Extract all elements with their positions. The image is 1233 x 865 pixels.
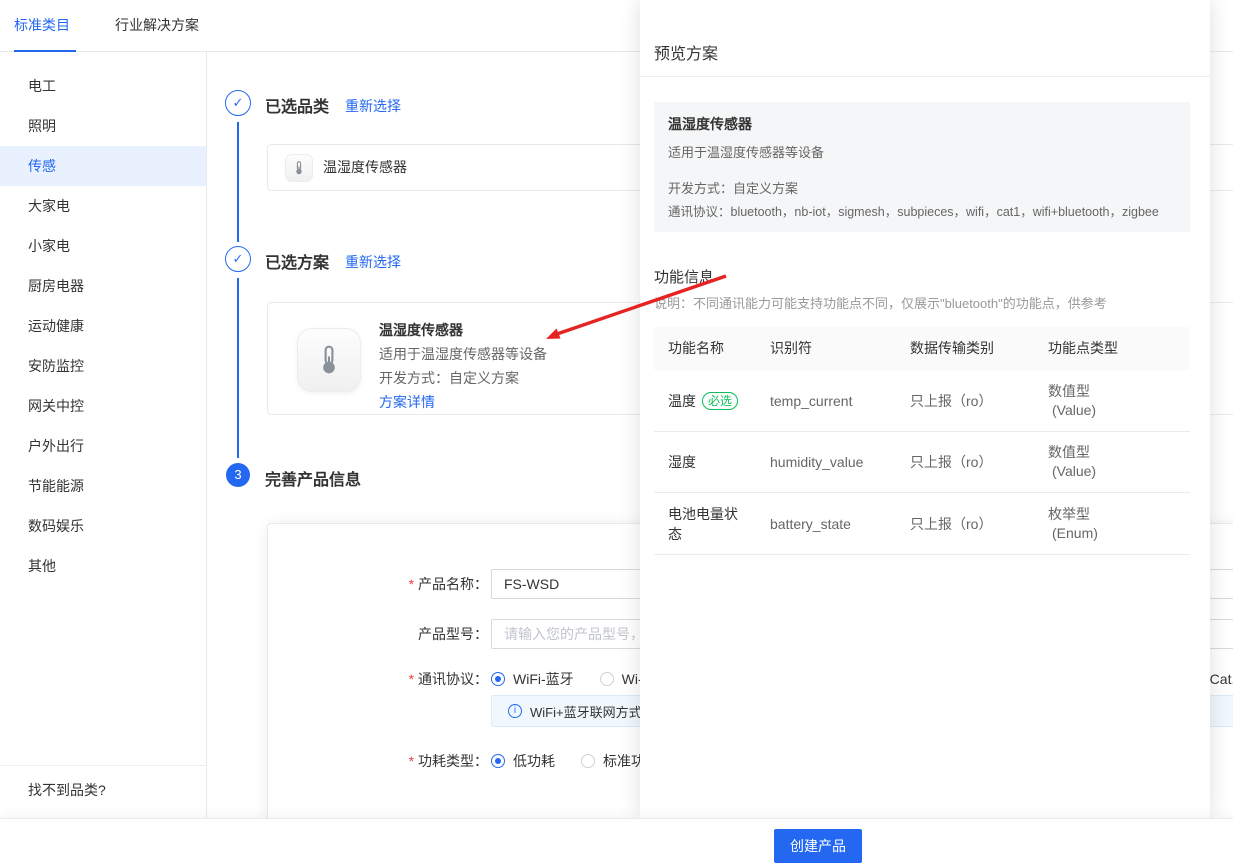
step3-number-badge: 3 [226,463,250,487]
table-header-row: 功能名称 识别符 数据传输类别 功能点类型 [654,327,1190,370]
product-model-label: 产品型号： [388,619,488,649]
step2-check-icon: ✓ [225,246,251,272]
function-name-cell: 湿度 [668,452,744,472]
solution-dev-mode: 开发方式：自定义方案 [379,368,519,388]
transfer-cell: 只上报（ro） [910,452,992,472]
table-row: 温度必选 temp_current 只上报（ro） 数值型 (Value) [654,370,1190,432]
sidebar-item-security[interactable]: 安防监控 [0,346,206,386]
function-name: 湿度 [668,454,696,470]
function-name-cell: 温度必选 [668,391,744,411]
table-row: 电池电量状态 battery_state 只上报（ro） 枚举型 (Enum) [654,493,1190,555]
preview-protocols: 通讯协议：bluetooth，nb-iot，sigmesh，subpieces，… [668,201,1159,220]
dp-type-sub: (Value) [1048,401,1096,420]
col-function-name: 功能名称 [668,327,724,370]
step-connector-line [237,122,239,242]
dp-type-cell: 数值型 (Value) [1048,443,1096,481]
power-type-label: 功耗类型： [388,746,488,776]
create-product-page: 标准类目 行业解决方案 电工 照明 传感 大家电 小家电 厨房电器 运动健康 安… [0,0,1233,865]
step1-reselect-link[interactable]: 重新选择 [345,96,401,116]
sidebar-item-gateway[interactable]: 网关中控 [0,386,206,426]
preview-solution-drawer: 预览方案 温湿度传感器 适用于温湿度传感器等设备 开发方式：自定义方案 通讯协议… [640,0,1210,818]
category-sidebar: 电工 照明 传感 大家电 小家电 厨房电器 运动健康 安防监控 网关中控 户外出… [0,52,207,818]
radio-low-power[interactable]: 低功耗 [491,751,555,771]
bottom-action-bar: 创建产品 [0,818,1233,865]
step3-title: 完善产品信息 [265,466,361,490]
dp-type-cell: 枚举型 (Enum) [1048,505,1098,543]
transfer-cell: 只上报（ro） [910,391,992,411]
radio-label: WiFi-蓝牙 [513,669,574,689]
step1-check-icon: ✓ [225,90,251,116]
protocol-label: 通讯协议： [388,664,488,694]
divider [640,76,1210,77]
dp-type-name: 数值型 [1048,443,1096,462]
selected-category-name: 温湿度传感器 [323,145,407,190]
dp-type-name: 枚举型 [1048,505,1098,524]
sidebar-item-small-appliance[interactable]: 小家电 [0,226,206,266]
solution-detail-link[interactable]: 方案详情 [379,392,435,412]
function-points-table: 功能名称 识别符 数据传输类别 功能点类型 温度必选 temp_current … [654,327,1190,555]
tab-standard-category[interactable]: 标准类目 [14,15,70,35]
radio-wifi-ble[interactable]: WiFi-蓝牙 [491,669,574,689]
function-name-cell: 电池电量状态 [668,504,744,544]
dp-type-sub: (Enum) [1048,524,1098,543]
sidebar-item-energy[interactable]: 节能能源 [0,466,206,506]
step2-title: 已选方案 [265,249,329,273]
function-info-note: 说明：不同通讯能力可能支持功能点不同，仅展示"bluetooth"的功能点，供参… [654,293,1107,312]
identifier-cell: battery_state [770,516,851,532]
step1-title: 已选品类 [265,93,329,117]
solution-description: 适用于温湿度传感器等设备 [379,344,547,364]
preview-title: 预览方案 [654,40,718,64]
info-icon: i [508,704,522,718]
dp-type-name: 数值型 [1048,382,1096,401]
radio-icon [581,754,595,768]
tab-industry-solution[interactable]: 行业解决方案 [115,15,199,35]
sidebar-item-sensor[interactable]: 传感 [0,146,206,186]
sidebar-item-digital-entertainment[interactable]: 数码娱乐 [0,506,206,546]
function-name: 温度 [668,393,696,409]
radio-icon [600,672,614,686]
required-badge: 必选 [702,392,738,410]
sidebar-item-outdoor[interactable]: 户外出行 [0,426,206,466]
radio-selected-icon [491,672,505,686]
sidebar-item-large-appliance[interactable]: 大家电 [0,186,206,226]
col-transfer-type: 数据传输类别 [910,327,994,370]
radio-label: 低功耗 [513,751,555,771]
sidebar-item-electrical[interactable]: 电工 [0,66,206,106]
preview-solution-desc: 适用于温湿度传感器等设备 [668,142,824,161]
product-name-label: 产品名称： [388,569,488,599]
dp-type-cell: 数值型 (Value) [1048,382,1096,420]
solution-summary-box: 温湿度传感器 适用于温湿度传感器等设备 开发方式：自定义方案 通讯协议：blue… [654,102,1190,232]
identifier-cell: temp_current [770,393,852,409]
col-identifier: 识别符 [770,327,812,370]
preview-solution-name: 温湿度传感器 [668,114,752,134]
sidebar-item-kitchen-appliance[interactable]: 厨房电器 [0,266,206,306]
sidebar-item-others[interactable]: 其他 [0,546,206,586]
cannot-find-category-link[interactable]: 找不到品类? [0,765,206,818]
solution-name: 温湿度传感器 [379,320,463,340]
create-product-button[interactable]: 创建产品 [774,829,862,863]
identifier-cell: humidity_value [770,454,863,470]
transfer-cell: 只上报（ro） [910,514,992,534]
step-connector-line [237,278,239,458]
radio-selected-icon [491,754,505,768]
table-row: 湿度 humidity_value 只上报（ro） 数值型 (Value) [654,432,1190,493]
step2-reselect-link[interactable]: 重新选择 [345,252,401,272]
function-info-title: 功能信息 [654,266,714,287]
thermometer-icon [285,154,313,182]
sidebar-item-sport-health[interactable]: 运动健康 [0,306,206,346]
power-type-radio-group: 低功耗 标准功耗 [491,746,659,776]
function-name: 电池电量状态 [668,506,738,542]
dp-type-sub: (Value) [1048,462,1096,481]
sidebar-item-lighting[interactable]: 照明 [0,106,206,146]
preview-dev-mode: 开发方式：自定义方案 [668,178,798,197]
thermometer-icon [297,328,361,392]
col-dp-type: 功能点类型 [1048,327,1118,370]
